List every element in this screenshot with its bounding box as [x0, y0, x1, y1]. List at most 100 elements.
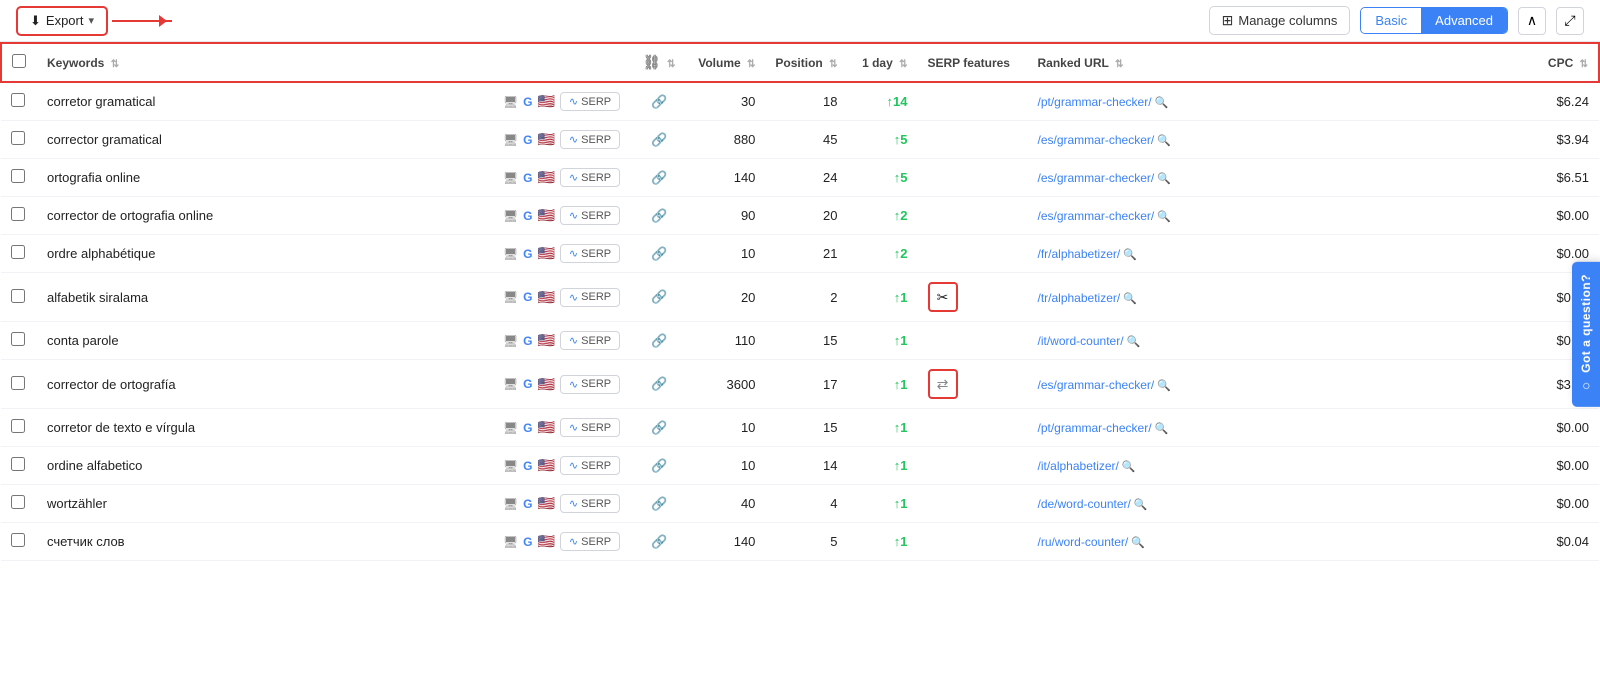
serp-button[interactable]: ∿ SERP [560, 130, 620, 149]
chain-link-icon[interactable]: 🔗 [651, 246, 667, 261]
ranked-url-link[interactable]: /pt/grammar-checker/🔍 [1038, 95, 1169, 109]
ranked-url-link[interactable]: /es/grammar-checker/🔍 [1038, 378, 1171, 392]
ranked-url-link[interactable]: /tr/alphabetizer/🔍 [1038, 291, 1137, 305]
chain-link-icon[interactable]: 🔗 [651, 208, 667, 223]
desktop-icon[interactable]: 🖥 [503, 171, 518, 185]
ranked-url-link[interactable]: /it/word-counter/🔍 [1038, 334, 1141, 348]
chain-link-icon[interactable]: 🔗 [651, 289, 667, 304]
collapse-button[interactable]: ∧ [1518, 7, 1546, 35]
got-question-button[interactable]: ○ Got a question? [1572, 262, 1600, 407]
ranked-url-link[interactable]: /ru/word-counter/🔍 [1038, 535, 1145, 549]
google-icon[interactable]: G [523, 421, 532, 435]
row-checkbox[interactable] [11, 245, 25, 259]
ranked-url-link[interactable]: /fr/alphabetizer/🔍 [1038, 247, 1137, 261]
google-icon[interactable]: G [523, 209, 532, 223]
serp-button[interactable]: ∿ SERP [560, 288, 620, 307]
row-checkbox[interactable] [11, 289, 25, 303]
search-icon[interactable]: 🔍 [1157, 211, 1171, 223]
row-checkbox[interactable] [11, 495, 25, 509]
row-checkbox[interactable] [11, 332, 25, 346]
desktop-icon[interactable]: 🖥 [503, 290, 518, 304]
chain-link-icon[interactable]: 🔗 [651, 170, 667, 185]
desktop-icon[interactable]: 🖥 [503, 459, 518, 473]
scissors-icon[interactable]: ✂ [928, 282, 958, 312]
ranked-url-link[interactable]: /de/word-counter/🔍 [1038, 497, 1148, 511]
chain-link-icon[interactable]: 🔗 [651, 132, 667, 147]
keyword-sort-icon[interactable]: ⇅ [111, 59, 119, 70]
url-sort-icon[interactable]: ⇅ [1115, 59, 1123, 70]
google-icon[interactable]: G [523, 377, 532, 391]
google-icon[interactable]: G [523, 459, 532, 473]
google-icon[interactable]: G [523, 171, 532, 185]
serp-button[interactable]: ∿ SERP [560, 331, 620, 350]
search-icon[interactable]: 🔍 [1155, 423, 1169, 435]
cpc-sort-icon[interactable]: ⇅ [1580, 59, 1588, 70]
row-checkbox[interactable] [11, 376, 25, 390]
row-checkbox[interactable] [11, 93, 25, 107]
desktop-icon[interactable]: 🖥 [503, 133, 518, 147]
search-icon[interactable]: 🔍 [1123, 293, 1137, 305]
position-sort-icon[interactable]: ⇅ [829, 59, 837, 70]
arrows-icon[interactable]: ⇄ [928, 369, 958, 399]
chain-link-icon[interactable]: 🔗 [651, 94, 667, 109]
desktop-icon[interactable]: 🖥 [503, 421, 518, 435]
volume-sort-icon[interactable]: ⇅ [747, 59, 755, 70]
google-icon[interactable]: G [523, 247, 532, 261]
chain-link-icon[interactable]: 🔗 [651, 333, 667, 348]
google-icon[interactable]: G [523, 95, 532, 109]
ranked-url-link[interactable]: /es/grammar-checker/🔍 [1038, 133, 1171, 147]
select-all-checkbox[interactable] [12, 54, 26, 68]
desktop-icon[interactable]: 🖥 [503, 535, 518, 549]
search-icon[interactable]: 🔍 [1157, 173, 1171, 185]
chain-link-icon[interactable]: 🔗 [651, 420, 667, 435]
1day-sort-icon[interactable]: ⇅ [899, 59, 907, 70]
row-checkbox[interactable] [11, 131, 25, 145]
ranked-url-link[interactable]: /it/alphabetizer/🔍 [1038, 459, 1136, 473]
chain-link-icon[interactable]: 🔗 [651, 376, 667, 391]
row-checkbox[interactable] [11, 533, 25, 547]
ranked-url-link[interactable]: /es/grammar-checker/🔍 [1038, 171, 1171, 185]
search-icon[interactable]: 🔍 [1134, 499, 1148, 511]
google-icon[interactable]: G [523, 334, 532, 348]
serp-button[interactable]: ∿ SERP [560, 375, 620, 394]
serp-button[interactable]: ∿ SERP [560, 456, 620, 475]
row-checkbox[interactable] [11, 207, 25, 221]
search-icon[interactable]: 🔍 [1127, 336, 1141, 348]
desktop-icon[interactable]: 🖥 [503, 95, 518, 109]
link-sort-icon[interactable]: ⇅ [667, 59, 675, 70]
ranked-url-link[interactable]: /pt/grammar-checker/🔍 [1038, 421, 1169, 435]
chain-link-icon[interactable]: 🔗 [651, 534, 667, 549]
chain-link-icon[interactable]: 🔗 [651, 496, 667, 511]
export-button[interactable]: ⬇ Export ▾ [16, 6, 108, 36]
search-icon[interactable]: 🔍 [1122, 461, 1136, 473]
search-icon[interactable]: 🔍 [1157, 380, 1171, 392]
chain-link-icon[interactable]: 🔗 [651, 458, 667, 473]
serp-button[interactable]: ∿ SERP [560, 494, 620, 513]
desktop-icon[interactable]: 🖥 [503, 209, 518, 223]
expand-button[interactable]: ⤢ [1556, 7, 1584, 35]
google-icon[interactable]: G [523, 535, 532, 549]
serp-button[interactable]: ∿ SERP [560, 92, 620, 111]
google-icon[interactable]: G [523, 497, 532, 511]
desktop-icon[interactable]: 🖥 [503, 247, 518, 261]
search-icon[interactable]: 🔍 [1123, 249, 1137, 261]
google-icon[interactable]: G [523, 133, 532, 147]
basic-view-button[interactable]: Basic [1361, 8, 1421, 33]
row-checkbox[interactable] [11, 169, 25, 183]
serp-button[interactable]: ∿ SERP [560, 244, 620, 263]
google-icon[interactable]: G [523, 290, 532, 304]
desktop-icon[interactable]: 🖥 [503, 497, 518, 511]
manage-columns-button[interactable]: ⊞ Manage columns [1209, 6, 1351, 35]
desktop-icon[interactable]: 🖥 [503, 334, 518, 348]
serp-button[interactable]: ∿ SERP [560, 206, 620, 225]
search-icon[interactable]: 🔍 [1155, 97, 1169, 109]
row-checkbox[interactable] [11, 457, 25, 471]
search-icon[interactable]: 🔍 [1157, 135, 1171, 147]
serp-button[interactable]: ∿ SERP [560, 532, 620, 551]
search-icon[interactable]: 🔍 [1131, 537, 1145, 549]
serp-button[interactable]: ∿ SERP [560, 168, 620, 187]
serp-button[interactable]: ∿ SERP [560, 418, 620, 437]
row-checkbox[interactable] [11, 419, 25, 433]
ranked-url-link[interactable]: /es/grammar-checker/🔍 [1038, 209, 1171, 223]
advanced-view-button[interactable]: Advanced [1421, 8, 1507, 33]
